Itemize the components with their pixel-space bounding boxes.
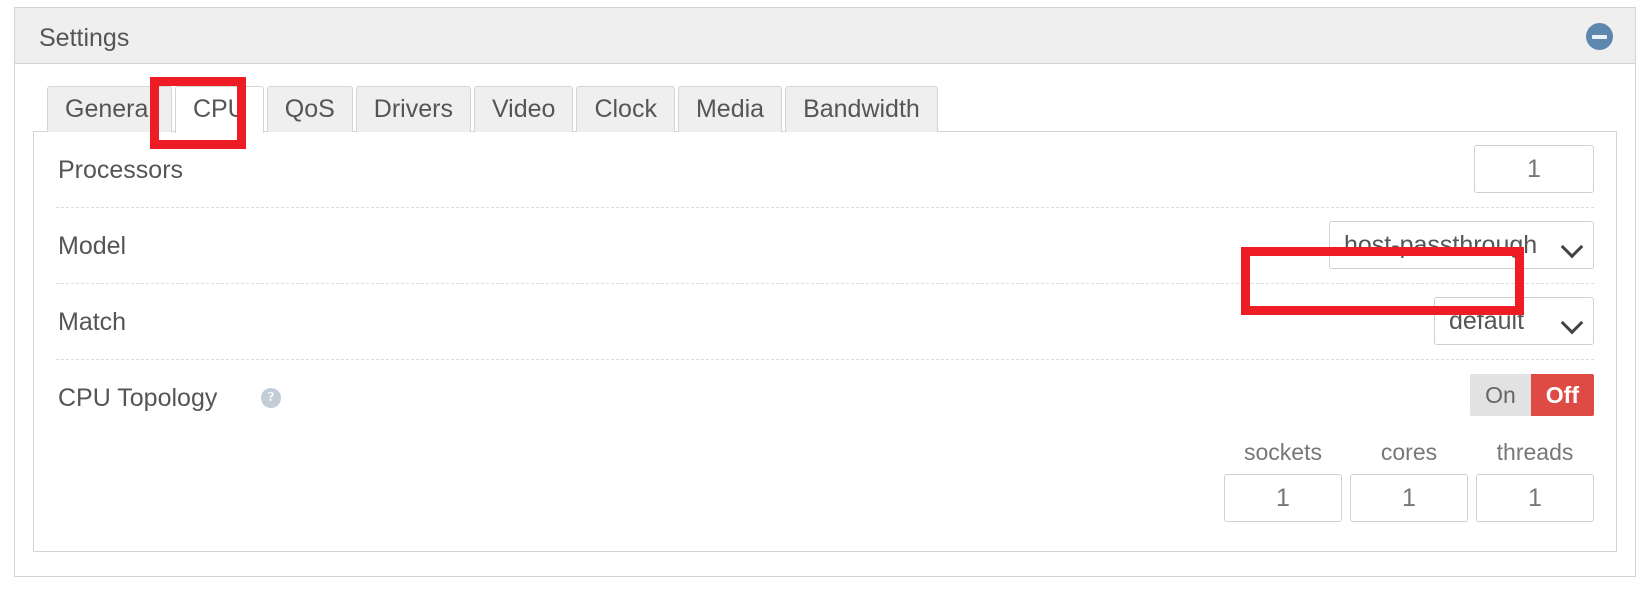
tab-cpu[interactable]: CPU — [174, 86, 264, 133]
cores-input[interactable] — [1350, 474, 1468, 522]
match-label: Match — [58, 308, 127, 336]
settings-panel: Settings General CPU QoS Drivers Video C… — [14, 7, 1636, 577]
cores-header: cores — [1380, 439, 1438, 465]
cpu-topology-toggle-off[interactable]: Off — [1530, 374, 1594, 416]
cpu-tab-panel: Processors Model host-passthrough Match — [33, 132, 1617, 552]
row-cpu-topology: CPU Topology ? On Off — [56, 360, 1594, 435]
panel-header: Settings — [15, 8, 1635, 64]
model-select[interactable]: host-passthrough — [1329, 221, 1594, 269]
tab-clock[interactable]: Clock — [576, 86, 675, 132]
match-select[interactable]: default — [1434, 297, 1594, 345]
topology-col-threads: threads — [1476, 437, 1594, 522]
topology-col-sockets: sockets — [1224, 437, 1342, 522]
cpu-topology-toggle-on[interactable]: On — [1470, 374, 1531, 416]
tab-media[interactable]: Media — [677, 86, 783, 132]
topology-grid: sockets cores threads — [1216, 437, 1594, 522]
match-control: default — [1434, 297, 1594, 345]
tab-qos[interactable]: QoS — [266, 86, 353, 132]
model-control: host-passthrough — [1329, 221, 1594, 269]
tab-video[interactable]: Video — [473, 86, 574, 132]
tab-general[interactable]: General — [47, 86, 172, 132]
tab-bandwidth[interactable]: Bandwidth — [785, 86, 938, 132]
question-mark-icon[interactable]: ? — [261, 388, 281, 408]
processors-label: Processors — [58, 156, 184, 184]
tab-drivers[interactable]: Drivers — [355, 86, 471, 132]
cpu-topology-label: CPU Topology — [58, 384, 218, 412]
panel-body: General CPU QoS Drivers Video Clock Medi… — [15, 64, 1635, 576]
cpu-topology-toggle: On Off — [1470, 374, 1594, 416]
topology-col-cores: cores — [1350, 437, 1468, 522]
model-select-value: host-passthrough — [1344, 231, 1538, 259]
processors-input[interactable] — [1474, 145, 1594, 193]
settings-tablist: General CPU QoS Drivers Video Clock Medi… — [33, 86, 1617, 133]
page-title: Settings — [39, 24, 130, 52]
processors-control — [1474, 145, 1594, 193]
threads-header: threads — [1496, 439, 1574, 465]
minus-circle-icon[interactable] — [1586, 23, 1613, 50]
threads-input[interactable] — [1476, 474, 1594, 522]
row-match: Match default — [56, 284, 1594, 360]
row-topology-fields: sockets cores threads — [56, 435, 1594, 522]
model-label: Model — [58, 232, 127, 260]
row-model: Model host-passthrough — [56, 208, 1594, 284]
sockets-input[interactable] — [1224, 474, 1342, 522]
sockets-header: sockets — [1244, 439, 1322, 465]
row-processors: Processors — [56, 132, 1594, 208]
